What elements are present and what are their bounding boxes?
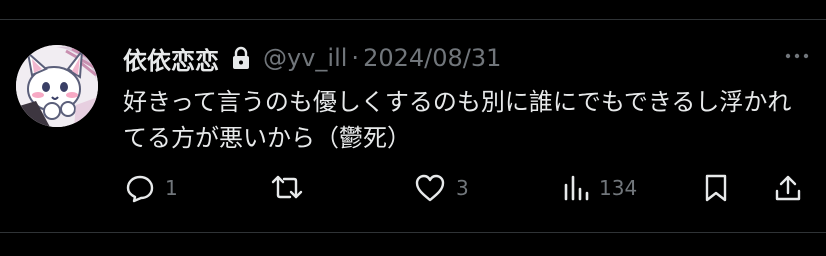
tweet-text: 好きって言うのも優しくするのも別に誰にでもできるし浮かれてる方が悪いから（鬱死）: [123, 88, 792, 152]
views-button[interactable]: 134: [563, 172, 637, 204]
like-button[interactable]: 3: [414, 172, 469, 204]
display-name[interactable]: 依依恋恋: [123, 41, 219, 76]
bookmark-button[interactable]: [704, 172, 728, 204]
avatar[interactable]: [16, 45, 98, 127]
share-icon: [775, 175, 801, 201]
like-count: 3: [456, 176, 469, 200]
tweet-header: 依依恋恋 @yv_ill · 2024/08/31: [123, 40, 501, 76]
reply-count: 1: [165, 176, 178, 200]
reply-button[interactable]: 1: [125, 172, 178, 204]
heart-icon: [415, 174, 445, 202]
reply-icon: [126, 175, 154, 203]
avatar-illustration: [16, 45, 98, 127]
top-divider: [0, 19, 826, 20]
bottom-divider: [0, 232, 826, 233]
tweet-date[interactable]: 2024/08/31: [363, 44, 501, 72]
bookmark-icon: [705, 174, 727, 202]
lock-icon: [231, 46, 251, 70]
retweet-button[interactable]: [270, 172, 314, 204]
views-icon: [564, 175, 589, 201]
more-icon[interactable]: [784, 46, 810, 66]
header-separator: ·: [351, 44, 360, 72]
views-count: 134: [599, 176, 638, 200]
share-button[interactable]: [774, 172, 802, 204]
retweet-icon: [271, 175, 303, 199]
user-handle[interactable]: @yv_ill: [263, 44, 347, 72]
